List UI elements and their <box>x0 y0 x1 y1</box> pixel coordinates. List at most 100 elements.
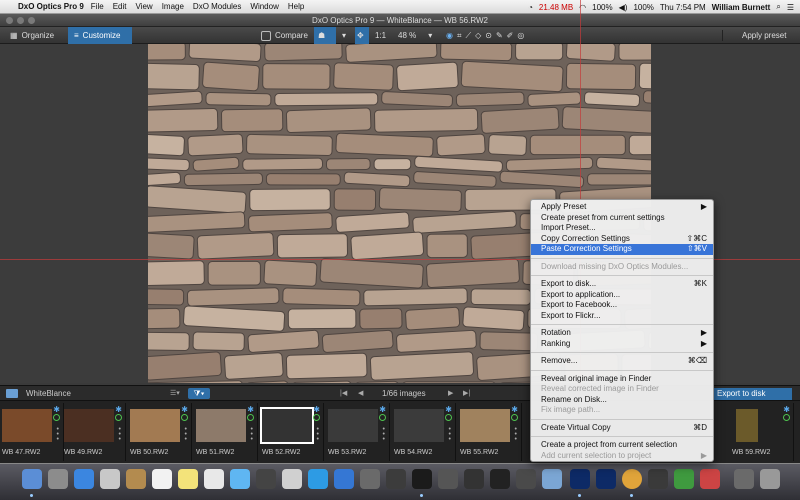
menu-item-remove[interactable]: Remove... ⌘⌫ <box>531 356 713 367</box>
menu-item-create-preset[interactable]: Create preset from current settings <box>531 213 713 224</box>
star-icon[interactable]: ✱ <box>115 405 122 414</box>
downloads-stack-icon[interactable] <box>734 469 754 489</box>
finder-icon[interactable] <box>22 469 42 489</box>
app-icon[interactable] <box>542 469 562 489</box>
thumbnail[interactable]: ✱ • • • WB 55.RW2 <box>458 403 522 461</box>
view-mode-dropdown[interactable]: ▾ <box>336 27 352 44</box>
menu-app-name[interactable]: DxO Optics Pro 9 <box>18 2 84 11</box>
menu-edit[interactable]: Edit <box>113 2 127 11</box>
star-icon[interactable]: ✱ <box>181 405 188 414</box>
calendar-icon[interactable] <box>152 469 172 489</box>
notes-icon[interactable] <box>178 469 198 489</box>
more-icon[interactable]: • • • <box>185 426 187 443</box>
menu-item-rotation[interactable]: Rotation ▶ <box>531 328 713 339</box>
ratio-button[interactable]: 1:1 <box>369 27 392 44</box>
thumbnail[interactable]: ✱ • • • WB 54.RW2 <box>392 403 456 461</box>
first-image-button[interactable]: |◀ <box>340 389 347 397</box>
app-icon[interactable] <box>490 469 510 489</box>
safari-icon[interactable] <box>74 469 94 489</box>
menu-item-apply-preset[interactable]: Apply Preset ▶ <box>531 202 713 213</box>
chrome-icon[interactable] <box>622 469 642 489</box>
close-window-button[interactable] <box>6 17 13 24</box>
red-eye-icon[interactable]: ⊙ <box>485 31 492 40</box>
app-icon[interactable] <box>648 469 668 489</box>
perspective-icon[interactable]: ◇ <box>475 31 481 40</box>
memory-readout[interactable]: 21.48 MB <box>539 3 573 12</box>
app-icon[interactable] <box>464 469 484 489</box>
notification-icon[interactable]: ☰ <box>787 3 794 12</box>
mail-icon[interactable] <box>100 469 120 489</box>
more-icon[interactable]: • • • <box>515 426 517 443</box>
menu-item-export-app[interactable]: Export to application... <box>531 290 713 301</box>
menu-image[interactable]: Image <box>162 2 184 11</box>
battery-readout-2[interactable]: 100% <box>633 3 653 12</box>
photoshop-icon[interactable] <box>570 469 590 489</box>
photoshop-icon-2[interactable] <box>596 469 616 489</box>
dxo-icon[interactable] <box>412 469 432 489</box>
tab-customize[interactable]: ≡ Customize <box>68 27 132 44</box>
menu-item-import-preset[interactable]: Import Preset... <box>531 223 713 234</box>
menu-item-create-project[interactable]: Create a project from current selection <box>531 440 713 451</box>
menu-item-ranking[interactable]: Ranking ▶ <box>531 339 713 350</box>
app-icon[interactable] <box>438 469 458 489</box>
volume-icon[interactable]: ◀) <box>619 3 628 12</box>
spotlight-icon[interactable]: ⌕ <box>776 2 780 12</box>
thumbnail[interactable]: ✱ • • • WB 47.RW2 <box>0 403 64 461</box>
thumbnail[interactable]: ✱ • • • WB 50.RW2 <box>128 403 192 461</box>
horizon-icon[interactable]: ⟋ <box>466 31 472 41</box>
menu-dxo-modules[interactable]: DxO Modules <box>193 2 241 11</box>
launchpad-icon[interactable] <box>48 469 68 489</box>
white-balance-icon[interactable]: ◉ <box>446 31 453 40</box>
thumbnail[interactable]: ✱ • • • WB 53.RW2 <box>326 403 390 461</box>
thumbnail[interactable]: ✱ • • • WB 49.RW2 <box>62 403 126 461</box>
battery-readout[interactable]: 100% <box>592 3 612 12</box>
menu-item-rename[interactable]: Rename on Disk... <box>531 395 713 406</box>
menu-view[interactable]: View <box>135 2 152 11</box>
thumbnail[interactable]: ✱ • • • WB 51.RW2 <box>194 403 258 461</box>
menu-window[interactable]: Window <box>250 2 278 11</box>
last-image-button[interactable]: ▶| <box>463 389 470 397</box>
menu-item-copy-settings[interactable]: Copy Correction Settings ⇧⌘C <box>531 234 713 245</box>
contacts-icon[interactable] <box>126 469 146 489</box>
apply-preset-button[interactable]: Apply preset <box>736 27 792 44</box>
export-to-disk-button[interactable]: Export to disk <box>712 388 792 400</box>
photo-booth-icon[interactable] <box>282 469 302 489</box>
menu-file[interactable]: File <box>91 2 104 11</box>
memory-icon[interactable]: ◔ <box>528 3 533 12</box>
menu-item-export-disk[interactable]: Export to disk... ⌘K <box>531 279 713 290</box>
star-icon[interactable]: ✱ <box>379 405 386 414</box>
menu-item-virtual-copy[interactable]: Create Virtual Copy ⌘D <box>531 423 713 434</box>
move-tool-button[interactable]: ✥ <box>355 27 369 44</box>
minimize-window-button[interactable] <box>17 17 24 24</box>
more-icon[interactable]: • • • <box>383 426 385 443</box>
star-icon[interactable]: ✱ <box>313 405 320 414</box>
star-icon[interactable]: ✱ <box>783 405 790 414</box>
thumbnail[interactable]: ✱ • • • WB 52.RW2 <box>260 403 324 461</box>
eye-icon[interactable]: ◎ <box>517 31 524 40</box>
app-icon[interactable] <box>516 469 536 489</box>
itunes-icon[interactable] <box>308 469 328 489</box>
folder-icon[interactable] <box>6 389 18 398</box>
menu-item-export-facebook[interactable]: Export to Facebook... <box>531 300 713 311</box>
repair-icon[interactable]: ✐ <box>507 31 514 40</box>
calculator-icon[interactable] <box>386 469 406 489</box>
menu-item-paste-settings[interactable]: Paste Correction Settings ⇧⌘V <box>531 244 713 255</box>
more-icon[interactable]: • • • <box>449 426 451 443</box>
sort-icon[interactable]: ☰▾ <box>170 389 180 397</box>
more-icon[interactable]: • • • <box>57 426 59 443</box>
reminders-icon[interactable] <box>204 469 224 489</box>
tab-organize[interactable]: ▦ Organize <box>4 27 60 44</box>
crop-icon[interactable]: ⌗ <box>457 31 462 41</box>
filter-button[interactable]: ⧩▾ <box>188 388 210 399</box>
user-name[interactable]: William Burnett <box>712 3 771 12</box>
menu-item-export-flickr[interactable]: Export to Flickr... <box>531 311 713 322</box>
app-store-icon[interactable] <box>334 469 354 489</box>
menu-help[interactable]: Help <box>288 2 304 11</box>
zoom-window-button[interactable] <box>28 17 35 24</box>
project-name[interactable]: WhiteBlance <box>26 389 71 398</box>
star-icon[interactable]: ✱ <box>247 405 254 414</box>
app-icon[interactable] <box>674 469 694 489</box>
next-image-button[interactable]: ▶ <box>448 389 453 397</box>
more-icon[interactable]: • • • <box>119 426 121 443</box>
zoom-dropdown[interactable]: 48 % ▾ <box>392 27 438 44</box>
